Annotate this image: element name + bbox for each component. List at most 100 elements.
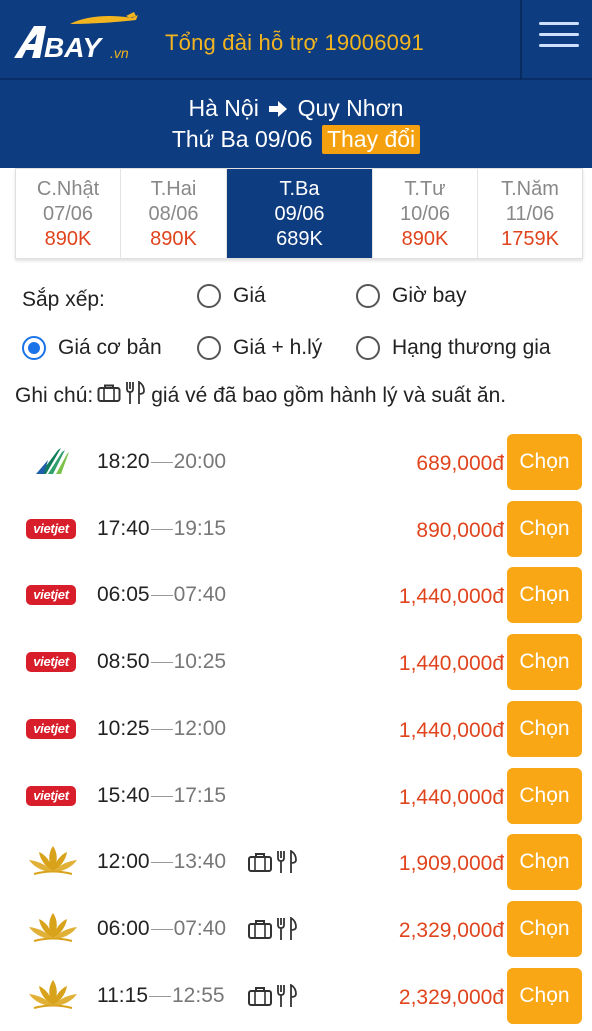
date-tab[interactable]: T.Ba 09/06 689K xyxy=(227,169,373,258)
choose-flight-button[interactable]: Chọn xyxy=(507,434,582,490)
sort-option-price-baggage-label: Giá + h.lý xyxy=(233,336,323,359)
flight-row[interactable]: vietjet 15:40 17:15 1,440,000đ Chọn xyxy=(0,764,592,831)
time-separator xyxy=(150,528,173,530)
bamboo-airways-logo-icon xyxy=(26,446,78,476)
date-tab[interactable]: T.Năm 11/06 1759K xyxy=(478,169,582,258)
time-separator xyxy=(150,795,173,797)
vietjet-logo-label: vietjet xyxy=(26,719,76,739)
date-tab-day: T.Hai xyxy=(150,178,197,200)
sort-option-base-price[interactable]: Giá cơ bản xyxy=(22,336,162,360)
arrival-time: 19:15 xyxy=(173,517,227,540)
sort-option-flight-time-label: Giờ bay xyxy=(392,284,467,307)
choose-flight-button[interactable]: Chọn xyxy=(507,968,582,1024)
meal-icon xyxy=(125,380,146,411)
route-line: Hà Nội Quy Nhơn xyxy=(0,95,592,122)
vietjet-logo-label: vietjet xyxy=(26,786,76,806)
vietjet-logo-icon: vietjet xyxy=(26,713,78,743)
svg-text:.vn: .vn xyxy=(110,45,129,61)
meal-icon xyxy=(275,849,297,879)
abay-logo[interactable]: BAY .vn xyxy=(10,10,140,68)
hotline-text[interactable]: Tổng đài hỗ trợ 19006091 xyxy=(165,30,424,56)
date-tab-date: 07/06 xyxy=(42,203,94,225)
top-bar: BAY .vn Tổng đài hỗ trợ 19006091 xyxy=(0,0,592,80)
flight-row[interactable]: 06:00 07:40 2,329,000đ Chọn xyxy=(0,897,592,964)
flight-row[interactable]: vietjet 10:25 12:00 1,440,000đ Chọn xyxy=(0,697,592,764)
flight-row[interactable]: vietjet 08:50 10:25 1,440,000đ Chọn xyxy=(0,630,592,697)
note-prefix: Ghi chú: xyxy=(15,384,94,407)
date-tabs: C.Nhật 07/06 890K T.Hai 08/06 890K T.Ba 09/06 68… xyxy=(15,168,583,259)
flight-price: 2,329,000đ xyxy=(398,986,504,1009)
change-search-button[interactable]: Thay đổi xyxy=(321,125,421,154)
choose-flight-button[interactable]: Chọn xyxy=(507,834,582,890)
choose-flight-button[interactable]: Chọn xyxy=(507,567,582,623)
sort-options: Sắp xếp: Giá Giờ bay Giá cơ bản Giá + h.… xyxy=(0,268,592,418)
flight-row[interactable]: 12:00 13:40 1,909,000đ Chọn xyxy=(0,830,592,897)
departure-time: 08:50 xyxy=(97,650,150,673)
baggage-icon xyxy=(97,383,121,409)
time-separator xyxy=(150,461,173,463)
radio-flight-time[interactable] xyxy=(356,284,380,308)
baggage-meal-included xyxy=(247,916,297,946)
sort-option-price-baggage[interactable]: Giá + h.lý xyxy=(197,336,322,360)
flight-times: 18:20 20:00 xyxy=(97,450,226,474)
time-separator xyxy=(149,995,171,997)
radio-business[interactable] xyxy=(356,336,380,360)
date-tab-date: 10/06 xyxy=(399,203,451,225)
flight-times: 08:50 10:25 xyxy=(97,650,226,674)
time-separator xyxy=(150,661,173,663)
vietjet-logo-icon: vietjet xyxy=(26,579,78,609)
arrival-time: 10:25 xyxy=(173,650,227,673)
date-tab-price: 1759K xyxy=(501,228,559,250)
sort-option-flight-time[interactable]: Giờ bay xyxy=(356,284,466,308)
date-tab-date: 09/06 xyxy=(274,203,325,225)
date-tab-price: 890K xyxy=(44,228,92,250)
radio-price[interactable] xyxy=(197,284,221,308)
flight-price: 1,440,000đ xyxy=(398,786,504,809)
flight-row[interactable]: 11:15 12:55 2,329,000đ Chọn xyxy=(0,964,592,1031)
date-tab-day: T.Tư xyxy=(404,178,446,200)
menu-divider xyxy=(520,0,522,80)
time-separator xyxy=(150,861,173,863)
arrival-time: 12:00 xyxy=(173,717,227,740)
flight-times: 11:15 12:55 xyxy=(97,984,225,1008)
vietjet-logo-icon: vietjet xyxy=(26,646,78,676)
flight-row[interactable]: vietjet 17:40 19:15 890,000đ Chọn xyxy=(0,497,592,564)
sort-option-business[interactable]: Hạng thương gia xyxy=(356,336,551,360)
departure-time: 06:00 xyxy=(97,917,150,940)
departure-time: 11:15 xyxy=(97,984,148,1007)
choose-flight-button[interactable]: Chọn xyxy=(507,634,582,690)
baggage-icon xyxy=(247,850,273,879)
flight-price: 2,329,000đ xyxy=(398,919,504,942)
vietjet-logo-icon: vietjet xyxy=(26,780,78,810)
flight-row[interactable]: 18:20 20:00 689,000đ Chọn xyxy=(0,430,592,497)
sort-option-price[interactable]: Giá xyxy=(197,284,266,308)
date-tab-price: 890K xyxy=(150,228,197,250)
date-tab-day: C.Nhật xyxy=(36,178,100,200)
flight-times: 15:40 17:15 xyxy=(97,784,226,808)
flight-price: 1,440,000đ xyxy=(398,585,504,608)
svg-text:BAY: BAY xyxy=(44,32,103,63)
vietjet-logo-label: vietjet xyxy=(26,519,76,539)
note-text: giá vé đã bao gồm hành lý và suất ăn. xyxy=(151,384,507,407)
departure-time: 18:20 xyxy=(97,450,150,473)
date-tab-date: 11/06 xyxy=(505,203,555,225)
choose-flight-button[interactable]: Chọn xyxy=(507,768,582,824)
date-tab[interactable]: T.Hai 08/06 890K xyxy=(121,169,227,258)
flight-row[interactable]: vietjet 06:05 07:40 1,440,000đ Chọn xyxy=(0,563,592,630)
baggage-icon xyxy=(247,917,273,946)
date-tab[interactable]: T.Tư 10/06 890K xyxy=(373,169,478,258)
date-tab-price: 890K xyxy=(401,228,449,250)
radio-price-baggage[interactable] xyxy=(197,336,221,360)
arrival-time: 13:40 xyxy=(173,850,227,873)
sort-option-price-label: Giá xyxy=(233,284,266,307)
hamburger-menu-icon[interactable] xyxy=(536,22,582,58)
vietjet-logo-icon: vietjet xyxy=(26,513,78,543)
date-tab[interactable]: C.Nhật 07/06 890K xyxy=(16,169,121,258)
date-tab-price: 689K xyxy=(276,228,323,250)
choose-flight-button[interactable]: Chọn xyxy=(507,701,582,757)
choose-flight-button[interactable]: Chọn xyxy=(507,501,582,557)
radio-base-price[interactable] xyxy=(22,336,46,360)
departure-time: 10:25 xyxy=(97,717,150,740)
choose-flight-button[interactable]: Chọn xyxy=(507,901,582,957)
time-separator xyxy=(150,928,173,930)
